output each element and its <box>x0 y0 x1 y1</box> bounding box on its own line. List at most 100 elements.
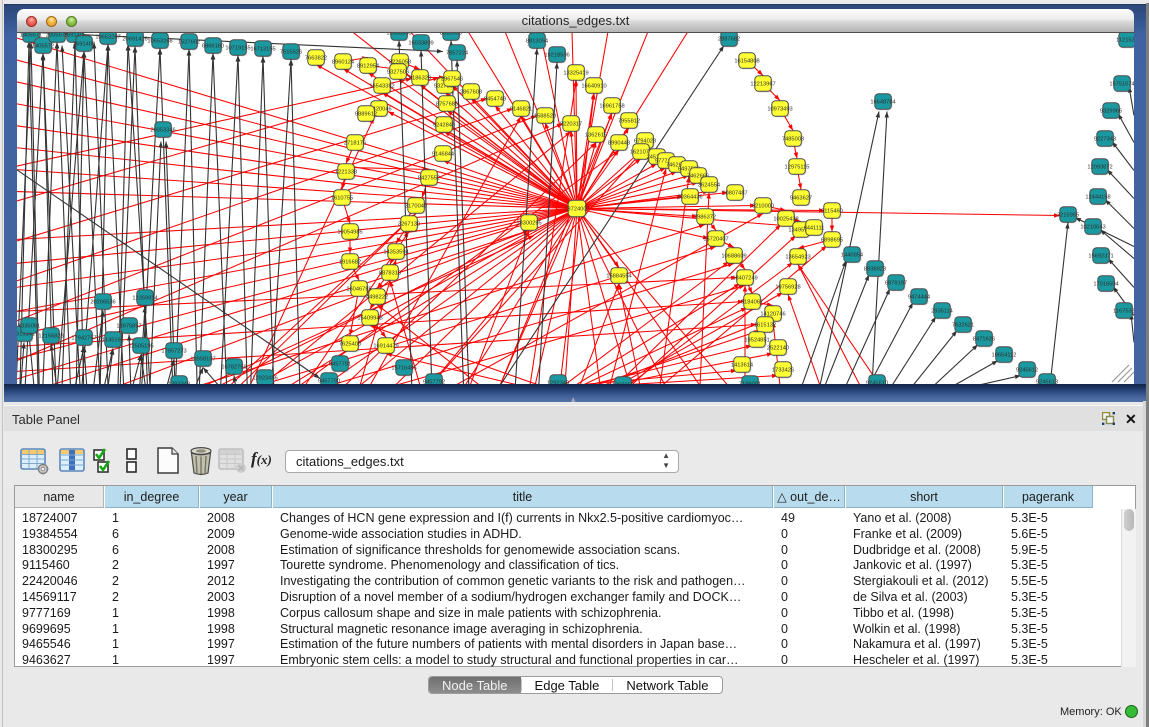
svg-text:7625400: 7625400 <box>339 341 361 347</box>
svg-text:17016504: 17016504 <box>1093 281 1118 287</box>
svg-text:8471626: 8471626 <box>973 336 995 342</box>
svg-text:16154808: 16154808 <box>734 58 759 64</box>
svg-text:9329966: 9329966 <box>1100 108 1122 114</box>
svg-text:12359914: 12359914 <box>132 295 157 301</box>
svg-text:10653268: 10653268 <box>147 38 172 44</box>
svg-text:19218506: 19218506 <box>544 52 569 58</box>
svg-text:12923486: 12923486 <box>252 375 277 381</box>
svg-text:16046785: 16046785 <box>346 286 371 292</box>
svg-text:18407249: 18407249 <box>732 275 757 281</box>
svg-text:7955812: 7955812 <box>618 118 640 124</box>
svg-text:8990448: 8990448 <box>608 140 630 146</box>
svg-text:16914479: 16914479 <box>373 343 398 349</box>
svg-text:8427552: 8427552 <box>418 175 440 181</box>
svg-text:17957273: 17957273 <box>161 348 186 354</box>
svg-text:8813054: 8813054 <box>526 38 548 44</box>
svg-text:10654112: 10654112 <box>992 352 1017 358</box>
svg-text:8454749: 8454749 <box>484 96 506 102</box>
svg-text:1405572: 1405572 <box>32 43 54 49</box>
svg-text:8757685: 8757685 <box>436 101 458 107</box>
svg-text:10807487: 10807487 <box>722 190 747 196</box>
svg-text:1733426: 1733426 <box>772 367 794 373</box>
svg-text:9245612: 9245612 <box>1016 367 1038 373</box>
svg-text:9242848: 9242848 <box>433 122 455 128</box>
svg-text:8938923: 8938923 <box>864 266 886 272</box>
svg-text:12156828: 12156828 <box>38 333 63 339</box>
svg-text:4498222: 4498222 <box>366 294 388 300</box>
svg-text:9146844: 9146844 <box>432 151 454 157</box>
svg-text:1292349: 1292349 <box>547 380 569 383</box>
svg-text:16640910: 16640910 <box>581 83 606 89</box>
svg-text:1145191: 1145191 <box>102 337 124 343</box>
svg-text:8441111: 8441111 <box>804 225 825 231</box>
svg-text:2867608: 2867608 <box>460 89 482 95</box>
svg-text:20206536: 20206536 <box>90 299 115 305</box>
svg-text:1610755: 1610755 <box>331 195 353 201</box>
svg-text:8813053: 8813053 <box>440 33 462 37</box>
svg-text:7515526: 7515526 <box>280 49 302 55</box>
svg-text:10958107: 10958107 <box>190 356 215 362</box>
svg-text:1167533: 1167533 <box>1113 308 1134 314</box>
svg-text:10719155: 10719155 <box>225 45 250 51</box>
svg-text:8186328: 8186328 <box>409 75 431 81</box>
svg-text:10688609: 10688609 <box>721 253 746 259</box>
svg-text:7198001: 7198001 <box>739 381 761 383</box>
svg-text:9457791: 9457791 <box>329 361 351 367</box>
svg-text:1221338: 1221338 <box>335 169 357 175</box>
svg-text:13325419: 13325419 <box>563 70 588 76</box>
svg-text:8912954: 8912954 <box>357 63 379 69</box>
svg-text:9463627: 9463627 <box>790 195 812 201</box>
svg-text:7663822: 7663822 <box>305 55 327 61</box>
svg-text:3170040: 3170040 <box>405 203 427 209</box>
svg-text:9245610: 9245610 <box>866 380 888 383</box>
svg-text:20053346: 20053346 <box>150 127 175 133</box>
svg-text:15692371: 15692371 <box>1088 253 1113 259</box>
svg-text:12093872: 12093872 <box>1087 164 1112 170</box>
svg-text:12213967: 12213967 <box>750 81 775 87</box>
svg-text:7632621: 7632621 <box>952 322 974 328</box>
svg-text:6898695: 6898695 <box>821 237 843 243</box>
svg-text:3215955: 3215955 <box>1057 212 1079 218</box>
svg-text:2967546: 2967546 <box>441 76 463 82</box>
svg-text:1588520: 1588520 <box>534 113 556 119</box>
svg-text:12505195: 12505195 <box>128 343 153 349</box>
svg-text:7857224: 7857224 <box>446 50 468 56</box>
svg-text:15751074: 15751074 <box>1109 81 1134 87</box>
svg-text:16033809: 16033809 <box>408 40 433 46</box>
svg-text:9889612: 9889612 <box>355 111 377 117</box>
svg-text:9184067: 9184067 <box>741 299 763 305</box>
svg-text:9474444: 9474444 <box>908 294 930 300</box>
svg-text:2887682: 2887682 <box>718 36 740 42</box>
svg-text:9457792: 9457792 <box>423 379 445 383</box>
svg-text:9245613: 9245613 <box>1036 379 1058 383</box>
svg-text:8220317: 8220317 <box>560 121 582 127</box>
svg-text:10653267: 10653267 <box>95 34 120 40</box>
svg-text:1527602: 1527602 <box>178 39 200 45</box>
svg-text:14353594: 14353594 <box>383 249 408 255</box>
svg-text:20691416: 20691416 <box>122 36 147 42</box>
svg-text:15720407: 15720407 <box>703 236 728 242</box>
svg-text:12975115: 12975115 <box>785 164 810 170</box>
svg-text:2691406: 2691406 <box>73 41 95 47</box>
svg-text:9227343: 9227343 <box>1094 136 1116 142</box>
svg-text:1121533: 1121533 <box>1116 37 1134 43</box>
svg-text:15716485: 15716485 <box>391 365 416 371</box>
svg-text:9146821: 9146821 <box>510 106 532 112</box>
svg-text:1362615: 1362615 <box>585 132 607 138</box>
svg-text:13654923: 13654923 <box>785 254 810 260</box>
svg-text:8878310: 8878310 <box>379 270 401 276</box>
svg-text:6210000: 6210000 <box>752 203 774 209</box>
svg-text:3624554: 3624554 <box>698 182 720 188</box>
svg-text:2718176: 2718176 <box>344 140 366 146</box>
svg-text:3267130: 3267130 <box>398 221 420 227</box>
svg-text:7485003: 7485003 <box>782 136 804 142</box>
svg-text:13975857: 13975857 <box>116 323 141 329</box>
svg-text:18300295: 18300295 <box>516 220 541 226</box>
svg-text:9327506: 9327506 <box>387 69 409 75</box>
svg-text:2935114: 2935114 <box>931 308 953 314</box>
svg-text:19756928: 19756928 <box>775 284 800 290</box>
svg-text:17942757: 17942757 <box>71 335 96 341</box>
svg-text:16713155: 16713155 <box>250 46 275 52</box>
svg-text:1292348: 1292348 <box>168 381 190 383</box>
svg-text:7986372: 7986372 <box>694 214 716 220</box>
